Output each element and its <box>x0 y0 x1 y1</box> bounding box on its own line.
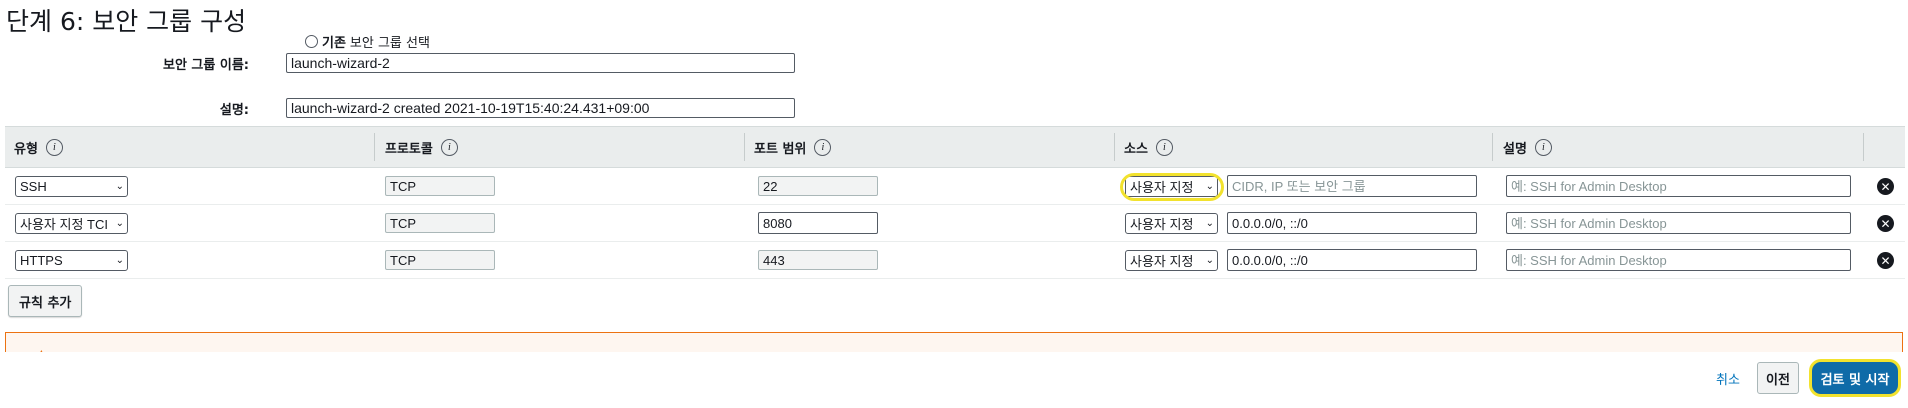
radio-button-icon[interactable] <box>305 35 318 48</box>
table-row: SSH ⌄ TCP 22 사용자 지정 ⌄ ✕ <box>5 168 1905 205</box>
chevron-down-icon: ⌄ <box>1205 217 1214 229</box>
group-name-row: 보안 그룹 이름: <box>0 53 795 73</box>
col-type-header: 유형 i <box>14 127 63 167</box>
info-icon[interactable]: i <box>1155 138 1173 156</box>
type-select-value: 사용자 지정 TCI <box>20 216 108 232</box>
source-cidr-input[interactable] <box>1227 212 1477 234</box>
col-protocol-header: 프로토콜 i <box>385 127 458 167</box>
type-select-value: SSH <box>20 178 47 194</box>
add-rule-button[interactable]: 규칙 추가 <box>8 285 83 317</box>
source-cidr-input[interactable] <box>1227 175 1477 197</box>
rules-table-header: 유형 i 프로토콜 i 포트 범위 i 소스 i 설명 i <box>5 126 1905 168</box>
remove-rule-icon[interactable]: ✕ <box>1877 178 1894 195</box>
footer-bar <box>0 352 1908 408</box>
group-desc-input[interactable] <box>286 98 795 118</box>
type-select[interactable]: SSH ⌄ <box>15 175 128 197</box>
info-icon[interactable]: i <box>1534 138 1552 156</box>
table-row: 사용자 지정 TCI ⌄ TCP 사용자 지정 ⌄ ✕ <box>5 205 1905 242</box>
port-range-input[interactable] <box>758 212 878 234</box>
chevron-down-icon: ⌄ <box>115 254 124 266</box>
existing-group-radio[interactable]: 기존 보안 그룹 선택 <box>305 32 430 51</box>
col-desc-label: 설명 <box>1503 141 1527 157</box>
rule-desc-input[interactable] <box>1506 175 1851 197</box>
chevron-down-icon: ⌄ <box>115 180 124 192</box>
column-divider[interactable] <box>744 133 745 161</box>
col-protocol-label: 프로토콜 <box>385 141 433 157</box>
remove-rule-icon[interactable]: ✕ <box>1877 215 1894 232</box>
cancel-link[interactable]: 취소 <box>1716 369 1740 388</box>
port-field: 22 <box>758 176 878 196</box>
col-port-label: 포트 범위 <box>754 141 807 157</box>
source-select-value: 사용자 지정 <box>1130 253 1194 269</box>
column-divider[interactable] <box>374 133 375 161</box>
group-desc-row: 설명: <box>0 98 795 118</box>
source-cidr-input[interactable] <box>1227 249 1477 271</box>
chevron-down-icon: ⌄ <box>1205 180 1214 192</box>
source-select[interactable]: 사용자 지정 ⌄ <box>1125 249 1218 271</box>
rule-desc-input[interactable] <box>1506 212 1851 234</box>
info-icon[interactable]: i <box>814 138 832 156</box>
type-select-value: HTTPS <box>20 252 63 268</box>
col-desc-header: 설명 i <box>1503 127 1552 167</box>
column-divider[interactable] <box>1114 133 1115 161</box>
group-desc-label: 설명: <box>219 102 249 118</box>
group-name-label: 보안 그룹 이름: <box>162 57 249 73</box>
review-and-launch-button[interactable]: 검토 및 시작 <box>1812 362 1898 394</box>
protocol-field: TCP <box>385 176 495 196</box>
column-divider[interactable] <box>1863 133 1864 161</box>
table-row: HTTPS ⌄ TCP 443 사용자 지정 ⌄ ✕ <box>5 242 1905 279</box>
previous-button[interactable]: 이전 <box>1757 362 1799 394</box>
rule-desc-input[interactable] <box>1506 249 1851 271</box>
column-divider[interactable] <box>1492 133 1493 161</box>
radio-label: 보안 그룹 선택 <box>349 36 430 51</box>
chevron-down-icon: ⌄ <box>1205 254 1214 266</box>
rules-table: 유형 i 프로토콜 i 포트 범위 i 소스 i 설명 i SSH ⌄ TCP … <box>5 126 1905 279</box>
chevron-down-icon: ⌄ <box>115 217 124 229</box>
source-select-value: 사용자 지정 <box>1130 179 1194 195</box>
radio-label-strong: 기존 <box>322 36 346 51</box>
col-port-header: 포트 범위 i <box>754 127 832 167</box>
col-source-header: 소스 i <box>1124 127 1173 167</box>
col-source-label: 소스 <box>1124 141 1148 157</box>
page-title: 단계 6: 보안 그룹 구성 <box>6 7 247 36</box>
source-select-value: 사용자 지정 <box>1130 216 1194 232</box>
source-select[interactable]: 사용자 지정 ⌄ <box>1125 175 1218 197</box>
type-select[interactable]: HTTPS ⌄ <box>15 249 128 271</box>
remove-rule-icon[interactable]: ✕ <box>1877 252 1894 269</box>
info-icon[interactable]: i <box>45 138 63 156</box>
group-name-input[interactable] <box>286 53 795 73</box>
type-select[interactable]: 사용자 지정 TCI ⌄ <box>15 212 128 234</box>
protocol-field: TCP <box>385 250 495 270</box>
col-type-label: 유형 <box>14 141 38 157</box>
warning-banner: ▲ <box>5 332 1903 354</box>
info-icon[interactable]: i <box>440 138 458 156</box>
source-select[interactable]: 사용자 지정 ⌄ <box>1125 212 1218 234</box>
protocol-field: TCP <box>385 213 495 233</box>
port-field: 443 <box>758 250 878 270</box>
